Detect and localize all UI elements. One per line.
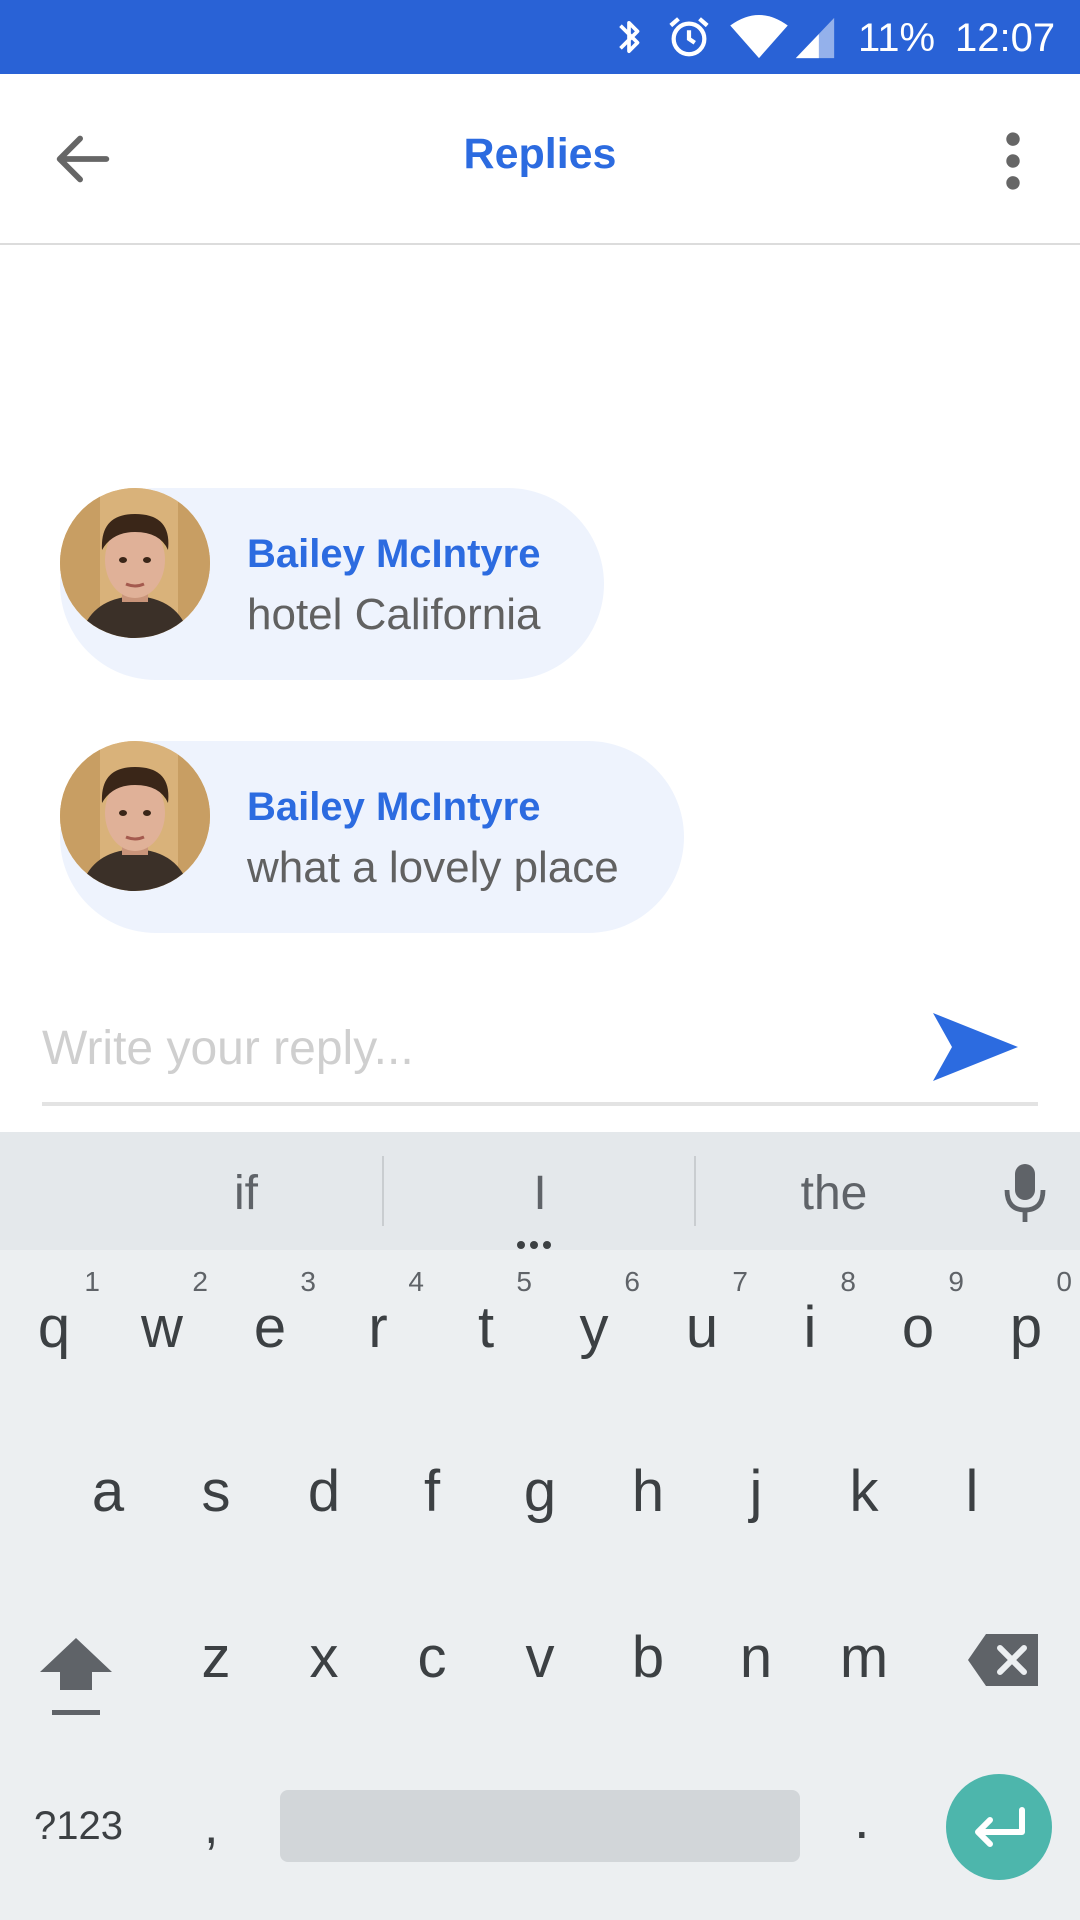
key-c[interactable]: c (378, 1592, 486, 1712)
mic-icon[interactable] (1000, 1162, 1050, 1226)
key-letter: a (91, 1459, 125, 1524)
suggestion-item[interactable]: I (468, 1166, 612, 1221)
shift-icon[interactable] (36, 1632, 116, 1722)
key-o[interactable]: 9o (864, 1262, 972, 1382)
key-letter: u (685, 1295, 719, 1360)
key-letter: q (37, 1295, 71, 1360)
alarm-icon (669, 17, 709, 57)
key-w[interactable]: 2w (108, 1262, 216, 1382)
key-letter: v (525, 1625, 555, 1690)
key-b[interactable]: b (594, 1592, 702, 1712)
key-letter: m (839, 1625, 889, 1690)
backspace-icon[interactable] (966, 1630, 1042, 1690)
enter-button[interactable] (946, 1774, 1052, 1880)
symbols-key[interactable]: ?123 (34, 1804, 123, 1849)
suggestion-strip: if I the (0, 1132, 1080, 1250)
key-v[interactable]: v (486, 1592, 594, 1712)
key-letter: l (965, 1459, 979, 1524)
key-letter: g (523, 1459, 557, 1524)
key-z[interactable]: z (162, 1592, 270, 1712)
key-r[interactable]: 4r (324, 1262, 432, 1382)
reply-input[interactable] (42, 1008, 922, 1088)
app-bar: Replies (0, 74, 1080, 245)
key-letter: d (307, 1459, 341, 1524)
key-letter: h (631, 1459, 665, 1524)
message-text: hotel California (247, 590, 541, 639)
avatar[interactable] (60, 488, 210, 638)
period-key[interactable]: . (854, 1786, 870, 1851)
suggestion-item[interactable]: if (174, 1166, 318, 1221)
reply-message[interactable]: Bailey McIntyre what a lovely place (60, 741, 684, 933)
reply-input-underline (42, 1102, 1038, 1106)
key-s[interactable]: s (162, 1426, 270, 1546)
key-letter: r (368, 1295, 388, 1360)
clock: 12:07 (955, 16, 1056, 60)
key-letter: k (849, 1459, 879, 1524)
key-letter: f (423, 1459, 441, 1524)
key-g[interactable]: g (486, 1426, 594, 1546)
key-letter: s (201, 1459, 231, 1524)
key-letter: c (417, 1625, 447, 1690)
key-letter: n (739, 1625, 773, 1690)
key-q[interactable]: 1q (0, 1262, 108, 1382)
replies-screen: 11% 12:07 Replies Bailey McIntyre hotel … (0, 0, 1080, 1920)
key-h[interactable]: h (594, 1426, 702, 1546)
status-bar: 11% 12:07 (0, 0, 1080, 74)
key-l[interactable]: l (918, 1426, 1026, 1546)
comma-key[interactable]: , (204, 1796, 218, 1856)
key-n[interactable]: n (702, 1592, 810, 1712)
key-k[interactable]: k (810, 1426, 918, 1546)
author-name[interactable]: Bailey McIntyre (247, 785, 540, 830)
bluetooth-icon (619, 20, 640, 54)
space-bar[interactable] (280, 1790, 800, 1862)
author-name[interactable]: Bailey McIntyre (247, 532, 540, 577)
key-letter: w (141, 1295, 183, 1360)
battery-percentage: 11% (858, 16, 936, 60)
key-letter: j (749, 1459, 763, 1524)
key-f[interactable]: f (378, 1426, 486, 1546)
key-j[interactable]: j (702, 1426, 810, 1546)
key-i[interactable]: 8i (756, 1262, 864, 1382)
key-letter: x (309, 1625, 339, 1690)
signal-icon (795, 17, 835, 59)
wifi-icon (730, 14, 788, 59)
key-letter: y (579, 1295, 609, 1360)
send-icon[interactable] (930, 1010, 1020, 1084)
key-letter: p (1009, 1295, 1043, 1360)
key-y[interactable]: 6y (540, 1262, 648, 1382)
key-letter: z (201, 1625, 231, 1690)
key-letter: o (901, 1295, 935, 1360)
key-letter: e (253, 1295, 287, 1360)
suggestion-divider (382, 1156, 384, 1226)
page-title: Replies (463, 130, 617, 178)
avatar[interactable] (60, 741, 210, 891)
key-u[interactable]: 7u (648, 1262, 756, 1382)
key-letter: i (803, 1295, 817, 1360)
suggestion-divider (694, 1156, 696, 1226)
key-x[interactable]: x (270, 1592, 378, 1712)
key-letter: b (631, 1625, 665, 1690)
key-d[interactable]: d (270, 1426, 378, 1546)
suggestion-item[interactable]: the (762, 1166, 906, 1221)
key-a[interactable]: a (54, 1426, 162, 1546)
enter-icon (975, 1807, 1025, 1847)
key-m[interactable]: m (810, 1592, 918, 1712)
key-p[interactable]: 0p (972, 1262, 1080, 1382)
key-e[interactable]: 3e (216, 1262, 324, 1382)
key-t[interactable]: 5t (432, 1262, 540, 1382)
message-text: what a lovely place (247, 843, 619, 892)
reply-message[interactable]: Bailey McIntyre hotel California (60, 488, 604, 680)
key-letter: t (477, 1295, 495, 1360)
more-vert-icon[interactable] (988, 126, 1038, 196)
suggestion-more-indicator (517, 1236, 556, 1254)
